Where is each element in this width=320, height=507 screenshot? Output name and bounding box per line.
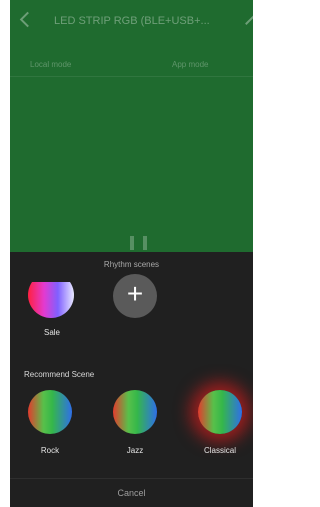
tab-app-mode[interactable]: App mode xyxy=(172,60,208,69)
scene-jazz-button[interactable] xyxy=(113,390,157,434)
pause-icon[interactable] xyxy=(130,236,134,250)
tab-local-mode[interactable]: Local mode xyxy=(30,60,71,69)
edit-icon[interactable] xyxy=(245,15,253,25)
scene-sale-label: Sale xyxy=(43,328,60,337)
cancel-button[interactable]: Cancel xyxy=(10,488,253,498)
back-icon[interactable] xyxy=(19,11,36,28)
scene-classical-button[interactable] xyxy=(198,390,242,434)
rhythm-scenes-sheet: Rhythm scenes Sale + Recommend Scene Roc… xyxy=(10,252,253,507)
scene-classical-label: Classical xyxy=(203,446,236,455)
header: LED STRIP RGB (BLE+USB+... xyxy=(10,0,253,44)
add-scene-button[interactable]: + xyxy=(113,274,157,318)
scene-jazz-label: Jazz xyxy=(126,446,144,455)
divider xyxy=(10,478,253,479)
scene-rock-button[interactable] xyxy=(28,390,72,434)
scene-rock-label: Rock xyxy=(40,446,60,455)
app-screen: LED STRIP RGB (BLE+USB+... Local mode Ap… xyxy=(10,0,253,507)
page-title: LED STRIP RGB (BLE+USB+... xyxy=(54,15,210,27)
recommend-scene-title: Recommend Scene xyxy=(24,370,95,379)
left-margin xyxy=(0,0,10,507)
pause-icon[interactable] xyxy=(143,236,147,250)
mode-divider xyxy=(10,76,253,77)
sheet-title: Rhythm scenes xyxy=(103,260,160,269)
scene-sale-button[interactable] xyxy=(28,282,74,318)
mode-tabs: Local mode App mode xyxy=(10,54,253,76)
